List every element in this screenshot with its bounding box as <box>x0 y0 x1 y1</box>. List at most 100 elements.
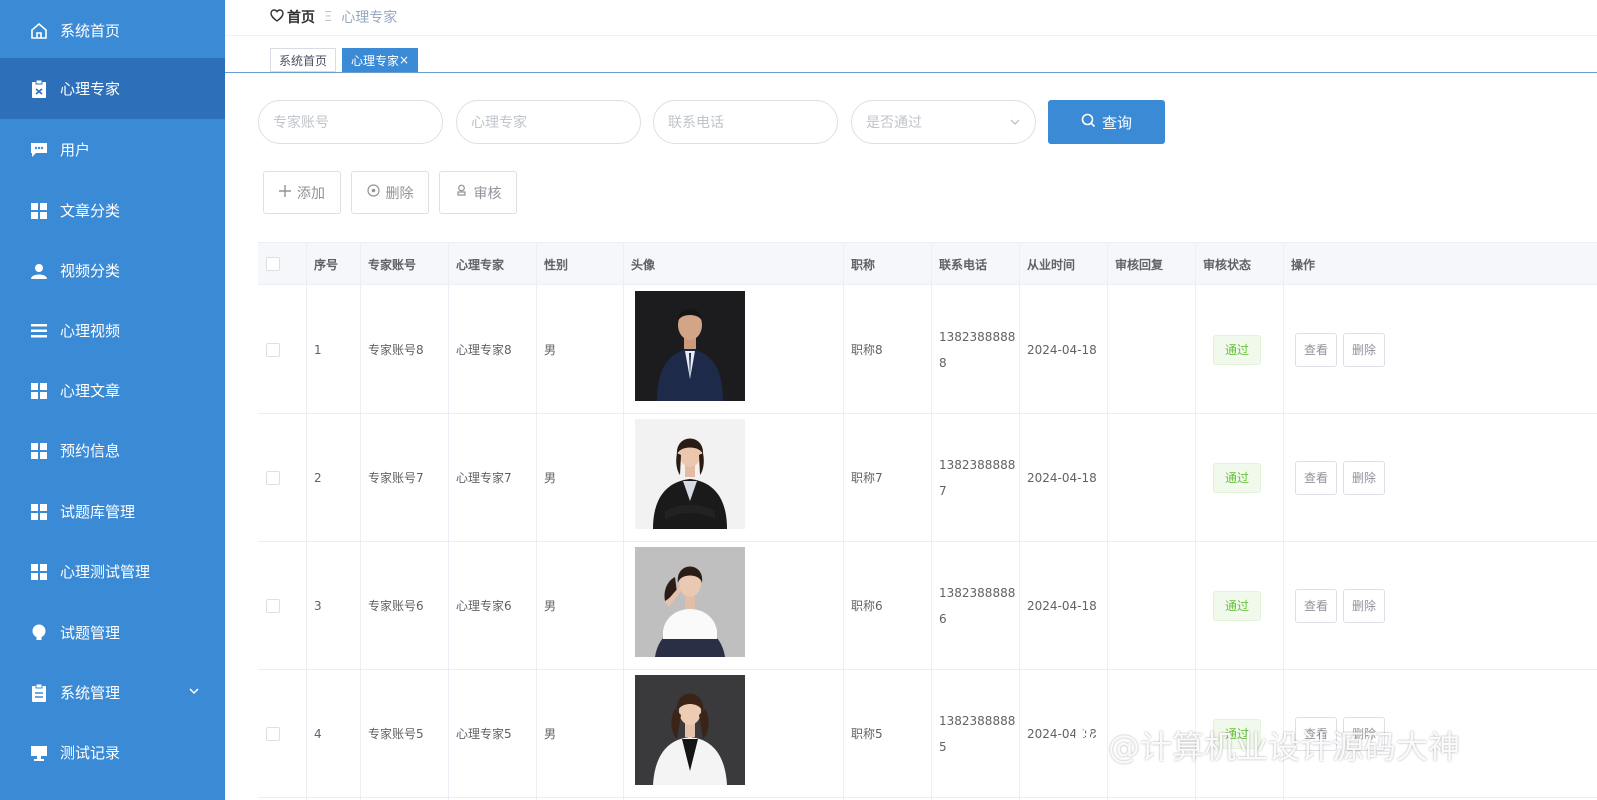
cell-name: 心理专家6 <box>456 599 512 613</box>
view-button[interactable]: 查看 <box>1295 332 1337 367</box>
sidebar-item-users[interactable]: 用户 <box>0 119 225 180</box>
cell-account: 专家账号6 <box>368 599 424 613</box>
header-name: 心理专家 <box>456 257 505 272</box>
grid-icon <box>30 382 48 400</box>
sidebar-item-articles[interactable]: 心理文章 <box>0 360 225 421</box>
breadcrumb-home[interactable]: 首页 <box>270 7 315 27</box>
sidebar-item-label: 视频分类 <box>60 262 121 280</box>
review-button[interactable]: 审核 <box>439 171 517 214</box>
status-select[interactable]: 是否通过 <box>851 100 1036 144</box>
close-icon[interactable]: × <box>399 53 409 67</box>
sidebar-item-tests[interactable]: 心理测试管理 <box>0 541 225 602</box>
cell-date: 2024-04-18 <box>1027 470 1097 485</box>
grid-icon <box>30 202 48 220</box>
status-badge: 通过 <box>1213 462 1262 493</box>
plus-icon <box>279 184 291 201</box>
cell-reply <box>1111 670 1115 797</box>
row-checkbox[interactable] <box>266 598 280 613</box>
row-checkbox[interactable] <box>266 726 280 741</box>
cell-status: 通过 <box>1209 670 1262 797</box>
header-title: 职称 <box>851 257 876 272</box>
cell-title: 职称6 <box>851 599 883 613</box>
home-icon <box>30 22 48 40</box>
sidebar-item-label: 心理测试管理 <box>60 563 151 581</box>
cell-date: 2024-04-18 <box>1027 342 1097 357</box>
cell-name: 心理专家7 <box>456 471 512 485</box>
sidebar-item-label: 用户 <box>60 141 91 159</box>
table-row: 2 专家账号7 心理专家7 男 职称7 13823888887 2024-04-… <box>258 414 1597 542</box>
cell-reply <box>1111 286 1115 413</box>
tab-experts[interactable]: 心理专家 × <box>342 48 419 72</box>
view-button[interactable]: 查看 <box>1295 588 1337 623</box>
phone-placeholder: 联系电话 <box>668 115 724 131</box>
column-divider <box>1019 243 1020 800</box>
cell-gender: 男 <box>544 471 557 485</box>
row-checkbox[interactable] <box>266 342 280 357</box>
name-placeholder: 心理专家 <box>471 115 527 131</box>
query-label: 查询 <box>1101 113 1132 132</box>
sidebar-item-experts[interactable]: 心理专家 <box>0 58 225 119</box>
sidebar-item-videos[interactable]: 心理视频 <box>0 300 225 361</box>
sidebar-item-article-category[interactable]: 文章分类 <box>0 180 225 241</box>
cell-phone: 13823888888 <box>939 329 1016 370</box>
phone-search-input[interactable]: 联系电话 <box>653 100 838 144</box>
status-badge: 通过 <box>1213 334 1262 365</box>
bulb-icon <box>30 624 48 642</box>
header-date: 从业时间 <box>1027 257 1076 272</box>
row-checkbox-cell <box>262 670 280 797</box>
sidebar-item-system[interactable]: 系统管理 <box>0 662 225 723</box>
cell-no: 2 <box>314 470 322 485</box>
heart-icon <box>270 8 284 26</box>
breadcrumb-separator: Ξ <box>324 9 333 25</box>
header-actions: 操作 <box>1291 257 1316 272</box>
table-header: 序号 专家账号 心理专家 性别 头像 职称 联系电话 从业时间 审核回复 审核状… <box>258 243 1597 285</box>
account-search-input[interactable]: 专家账号 <box>258 100 443 144</box>
row-delete-button[interactable]: 删除 <box>1343 716 1385 751</box>
sidebar-item-label: 文章分类 <box>60 202 121 220</box>
sidebar-item-appointments[interactable]: 预约信息 <box>0 420 225 481</box>
breadcrumb: 首页 Ξ 心理专家 <box>270 4 397 30</box>
row-delete-button[interactable]: 删除 <box>1343 588 1385 623</box>
tab-home[interactable]: 系统首页 <box>270 48 337 72</box>
column-divider <box>306 243 307 800</box>
row-delete-button[interactable]: 删除 <box>1343 460 1385 495</box>
cell-title: 职称5 <box>851 727 883 741</box>
clipboard-icon <box>30 79 48 98</box>
name-search-input[interactable]: 心理专家 <box>456 100 641 144</box>
cell-date: 2024-04-18 <box>1027 598 1097 613</box>
column-divider <box>1107 243 1108 800</box>
avatar <box>635 419 745 529</box>
delete-button[interactable]: 删除 <box>351 171 429 214</box>
sidebar-item-home[interactable]: 系统首页 <box>0 0 225 61</box>
row-checkbox[interactable] <box>266 470 280 485</box>
select-all-checkbox-cell[interactable] <box>262 243 280 285</box>
avatar <box>635 291 745 401</box>
header-gender: 性别 <box>544 257 569 272</box>
view-button[interactable]: 查看 <box>1295 460 1337 495</box>
column-divider <box>931 243 932 800</box>
sidebar-item-questions[interactable]: 试题管理 <box>0 602 225 663</box>
grid-icon <box>30 442 48 460</box>
cell-title: 职称7 <box>851 471 883 485</box>
avatar <box>635 675 745 785</box>
app-root: 系统首页 心理专家 用户 文章分类 视频分类 心理视频 心理文章 预约信息 试题… <box>0 0 1597 800</box>
select-all-checkbox[interactable] <box>266 257 280 271</box>
tab-label: 心理专家 <box>351 53 400 68</box>
column-divider <box>1195 243 1196 800</box>
add-button[interactable]: 添加 <box>263 171 341 214</box>
sidebar-item-test-records[interactable]: 测试记录 <box>0 722 225 783</box>
column-divider <box>843 243 844 800</box>
row-delete-button[interactable]: 删除 <box>1343 332 1385 367</box>
header-no: 序号 <box>314 257 339 272</box>
sidebar-item-label: 系统管理 <box>60 684 121 702</box>
cell-reply <box>1111 542 1115 669</box>
experts-table: 序号 专家账号 心理专家 性别 头像 职称 联系电话 从业时间 审核回复 审核状… <box>258 242 1597 800</box>
cell-reply <box>1111 414 1115 541</box>
sidebar-item-label: 系统首页 <box>60 22 121 40</box>
tab-label: 系统首页 <box>279 53 328 68</box>
chevron-down-icon <box>187 684 201 698</box>
view-button[interactable]: 查看 <box>1295 716 1337 751</box>
sidebar-item-question-bank[interactable]: 试题库管理 <box>0 481 225 542</box>
query-button[interactable]: 查询 <box>1048 100 1165 144</box>
sidebar-item-video-category[interactable]: 视频分类 <box>0 240 225 301</box>
